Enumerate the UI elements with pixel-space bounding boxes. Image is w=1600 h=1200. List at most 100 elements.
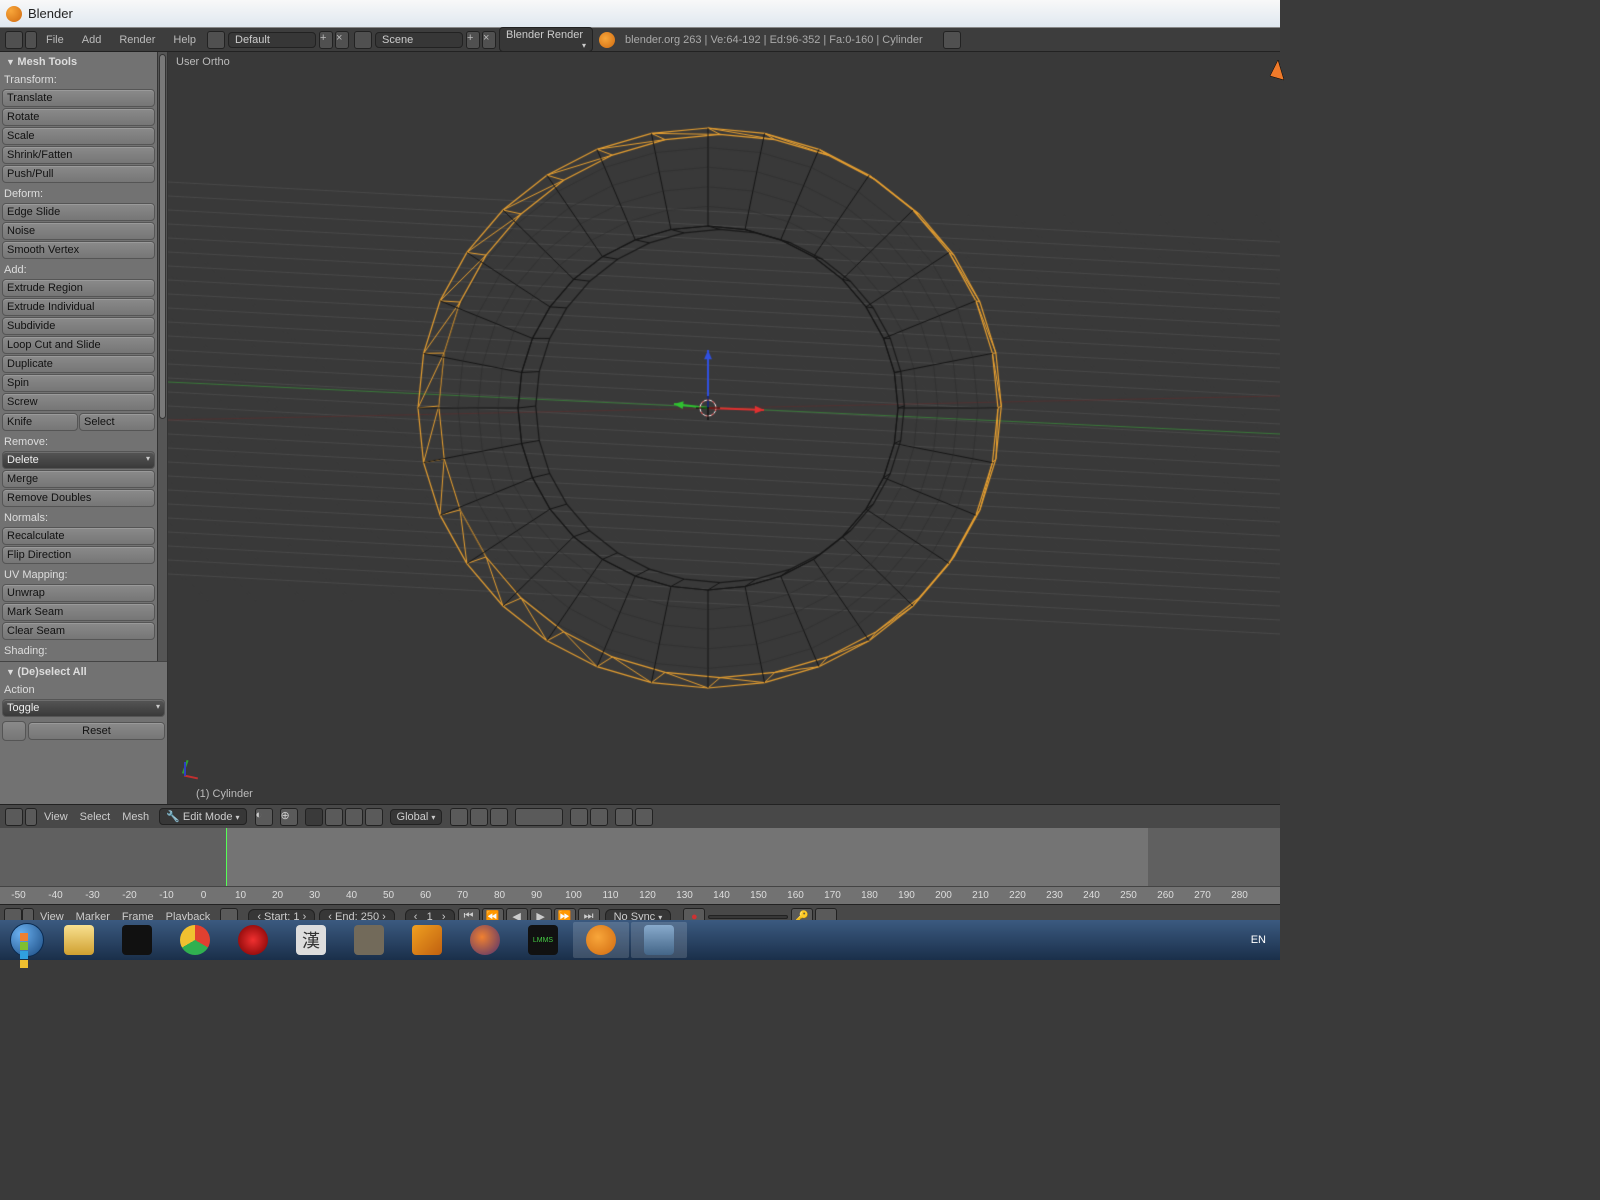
editor-type-icon[interactable] [5,808,23,826]
action-dropdown[interactable]: Toggle▾ [2,699,165,717]
collapse-icon[interactable] [25,31,37,49]
view-rotate-gizmo[interactable] [1248,58,1280,82]
mesh-tools-header[interactable]: Mesh Tools [2,54,155,70]
windows-logo-icon [10,923,44,957]
rotate-widget-icon[interactable] [490,808,508,826]
editor-type-icon[interactable] [5,31,23,49]
last-operator-header[interactable]: (De)select All [2,664,165,680]
extrude-region-button[interactable]: Extrude Region [2,279,155,297]
manipulator-icon[interactable] [450,808,468,826]
collapse-icon[interactable] [25,808,37,826]
rotate-button[interactable]: Rotate [2,108,155,126]
blender-taskbar-icon[interactable] [573,922,629,958]
shrink-fatten-button[interactable]: Shrink/Fatten [2,146,155,164]
knife-select-button[interactable]: Select [79,413,155,431]
timeline-editor: -50-40-30-20-100102030405060708090100110… [0,828,1280,932]
pivot-icon[interactable]: ⊕ [280,808,298,826]
steam-taskbar-icon[interactable] [109,922,165,958]
firefox-taskbar-icon[interactable] [457,922,513,958]
noise-button[interactable]: Noise [2,222,155,240]
translate-button[interactable]: Translate [2,89,155,107]
mark-seam-button[interactable]: Mark Seam [2,603,155,621]
keying-set-field[interactable] [708,915,788,919]
3d-viewport[interactable]: User Ortho (1) Cylinder [168,52,1280,804]
face-select-icon[interactable] [345,808,363,826]
del-screen-icon[interactable]: × [335,31,349,49]
limit-selection-icon[interactable] [365,808,383,826]
view-menu[interactable]: View [38,809,74,825]
gimp-taskbar-icon[interactable] [341,922,397,958]
flip-direction-button[interactable]: Flip Direction [2,546,155,564]
screen-browse-icon[interactable] [207,31,225,49]
winamp-taskbar-icon[interactable] [399,922,455,958]
menu-add[interactable]: Add [74,32,110,48]
knife-button[interactable]: Knife [2,413,78,431]
edge-slide-button[interactable]: Edge Slide [2,203,155,221]
layers-icon[interactable] [515,808,563,826]
edge-select-icon[interactable] [325,808,343,826]
menu-render[interactable]: Render [111,32,163,48]
remove-doubles-button[interactable]: Remove Doubles [2,489,155,507]
render-anim-icon[interactable] [635,808,653,826]
snap-type-icon[interactable] [590,808,608,826]
shading-icon[interactable]: ◐ [255,808,273,826]
delete-button[interactable]: Delete▾ [2,451,155,469]
timeline-cursor[interactable] [226,828,227,886]
clear-seam-button[interactable]: Clear Seam [2,622,155,640]
language-indicator[interactable]: EN [1251,934,1266,946]
del-scene-icon[interactable]: × [482,31,496,49]
mode-dropdown[interactable]: 🔧 Edit Mode ▾ [159,808,246,825]
start-button[interactable] [4,922,50,958]
spin-button[interactable]: Spin [2,374,155,392]
reset-icon[interactable] [2,721,26,741]
push-pull-button[interactable]: Push/Pull [2,165,155,183]
menu-help[interactable]: Help [165,32,204,48]
translate-widget-icon[interactable] [470,808,488,826]
vertex-select-icon[interactable] [305,808,323,826]
screen-layout-field[interactable]: Default [228,32,316,48]
render-preview-icon[interactable] [615,808,633,826]
render-engine-dropdown[interactable]: Blender Render ▾ [499,27,593,52]
subdivide-button[interactable]: Subdivide [2,317,155,335]
uv-label: UV Mapping: [2,565,155,583]
mini-axis-icon [174,762,198,786]
timeline-ruler[interactable]: -50-40-30-20-100102030405060708090100110… [0,886,1280,904]
transform-label: Transform: [2,70,155,88]
app-taskbar-icon[interactable] [225,922,281,958]
add-screen-icon[interactable]: + [319,31,333,49]
duplicate-button[interactable]: Duplicate [2,355,155,373]
smooth-vertex-button[interactable]: Smooth Vertex [2,241,155,259]
loop-cut-button[interactable]: Loop Cut and Slide [2,336,155,354]
photos-taskbar-icon[interactable] [631,922,687,958]
scene-browse-icon[interactable] [354,31,372,49]
unwrap-button[interactable]: Unwrap [2,584,155,602]
recalculate-button[interactable]: Recalculate [2,527,155,545]
mesh-menu[interactable]: Mesh [116,809,155,825]
chrome-taskbar-icon[interactable] [167,922,223,958]
scene-field[interactable]: Scene [375,32,463,48]
reset-button[interactable]: Reset [28,722,165,740]
normals-label: Normals: [2,508,155,526]
tool-shelf-scrollbar[interactable] [157,52,167,661]
remove-label: Remove: [2,432,155,450]
scene-stats: blender.org 263 | Ve:64-192 | Ed:96-352 … [625,34,923,46]
select-menu[interactable]: Select [74,809,117,825]
tool-shelf: Mesh Tools Transform: Translate Rotate S… [0,52,168,804]
screw-button[interactable]: Screw [2,393,155,411]
menu-file[interactable]: File [38,32,72,48]
deform-label: Deform: [2,184,155,202]
kanji-taskbar-icon[interactable]: 漢 [283,922,339,958]
snap-icon[interactable] [570,808,588,826]
timeline-tracks[interactable] [0,828,1280,886]
blender-icon [6,6,22,22]
extrude-individual-button[interactable]: Extrude Individual [2,298,155,316]
system-tray[interactable]: EN [1241,934,1276,946]
add-scene-icon[interactable]: + [466,31,480,49]
explorer-taskbar-icon[interactable] [51,922,107,958]
scale-button[interactable]: Scale [2,127,155,145]
back-to-previous-icon[interactable] [943,31,961,49]
info-header: File Add Render Help Default + × Scene +… [0,28,1280,52]
lmms-taskbar-icon[interactable]: LMMS [515,922,571,958]
orientation-dropdown[interactable]: Global ▾ [390,809,443,825]
merge-button[interactable]: Merge [2,470,155,488]
